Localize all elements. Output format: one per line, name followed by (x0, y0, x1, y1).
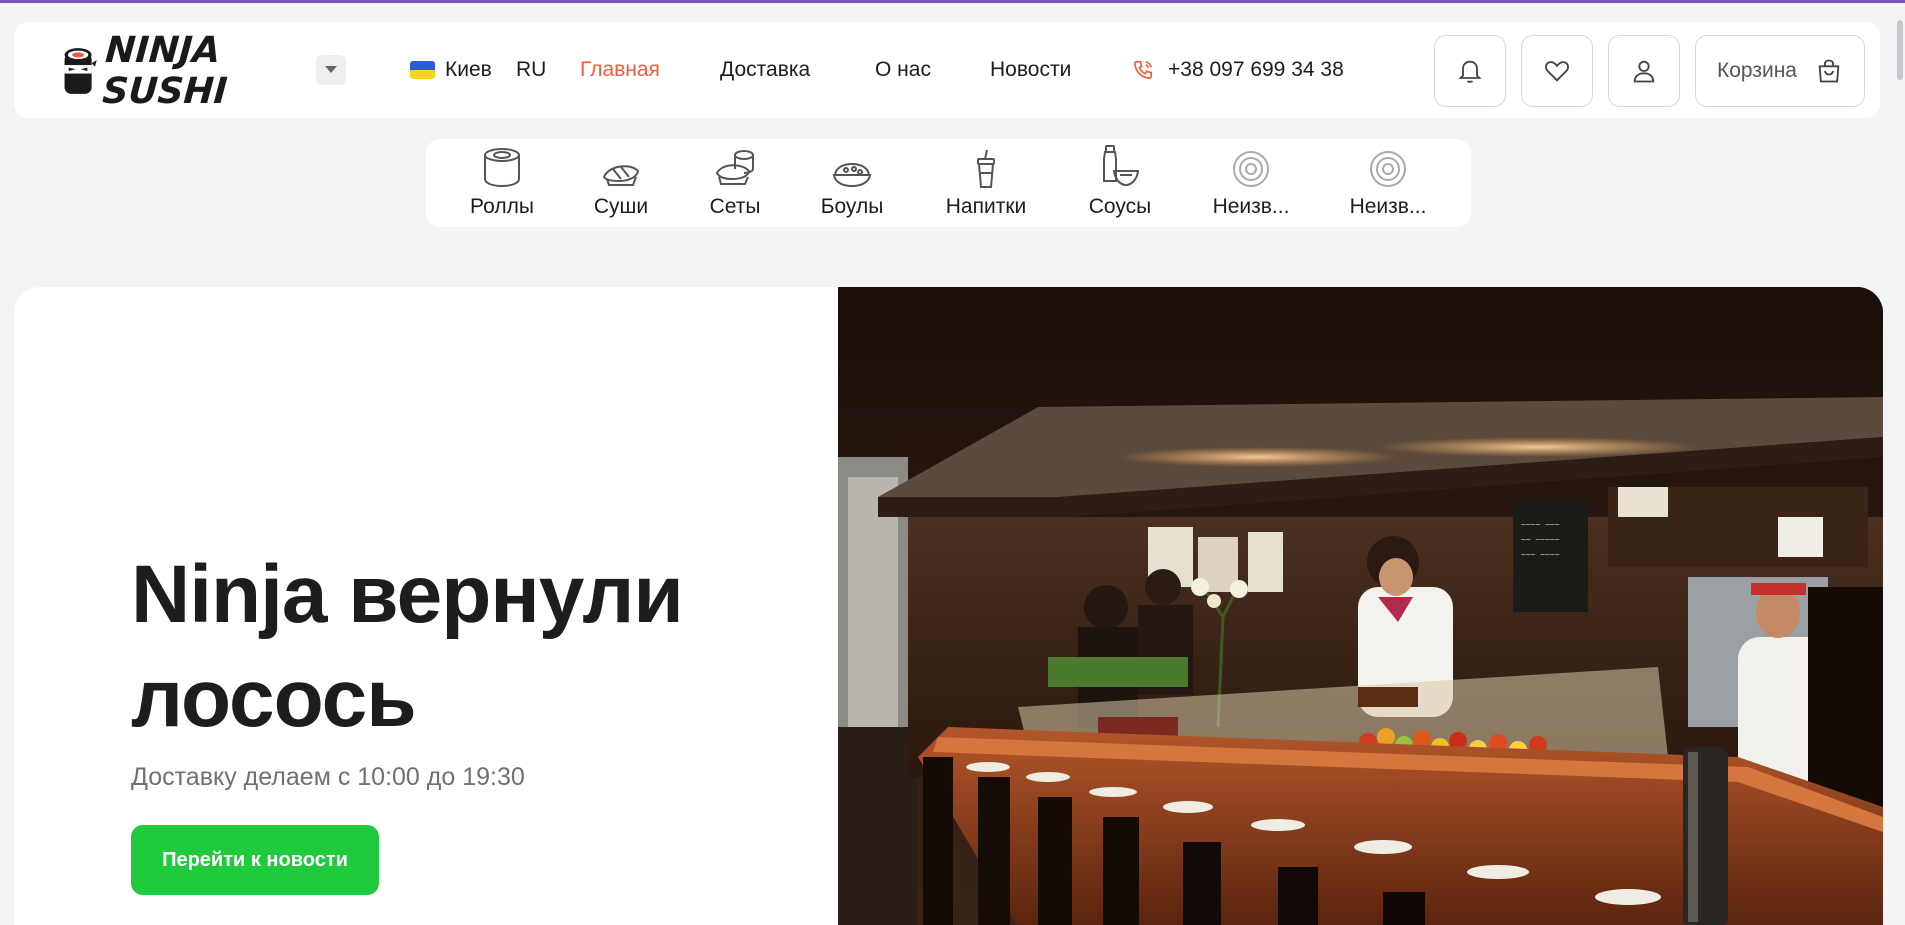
hero-photo: ~~~~ ~~~ ~~ ~~~~~ ~~~ ~~~~ (838, 287, 1883, 925)
unknown-icon (1368, 147, 1408, 189)
site-header: NINJA SUSHI Киев RU Главная Доставка О н… (14, 22, 1880, 118)
top-accent-line (0, 0, 1905, 3)
category-unknown-2[interactable]: Неизв... (1333, 147, 1443, 219)
ninja-logo-icon (64, 48, 97, 94)
phone-icon (1133, 60, 1153, 80)
cart-button[interactable]: Корзина (1695, 35, 1865, 107)
go-to-news-button[interactable]: Перейти к новости (131, 825, 379, 895)
category-label: Неизв... (1349, 195, 1427, 218)
logo-text: NINJA SUSHI (100, 30, 229, 112)
unknown-icon (1231, 147, 1271, 189)
page-scrollbar[interactable] (1897, 20, 1903, 80)
svg-text:~~~~ ~~~: ~~~~ ~~~ (1521, 520, 1560, 529)
cart-label: Корзина (1717, 59, 1797, 82)
nav-news[interactable]: Новости (990, 58, 1071, 82)
chevron-down-icon (325, 66, 337, 73)
category-bar: Роллы Суши Сеты Боулы Напитки Соусы Неиз… (426, 139, 1471, 227)
category-sets[interactable]: Сеты (680, 147, 790, 219)
language-selector[interactable]: RU (516, 58, 546, 82)
category-unknown-1[interactable]: Неизв... (1196, 147, 1306, 219)
notifications-button[interactable] (1434, 35, 1506, 107)
hero-title: Ninja вернули лосось (131, 549, 684, 744)
category-bowls[interactable]: Боулы (797, 147, 907, 219)
phone-number: +38 097 699 34 38 (1168, 58, 1344, 81)
favorites-button[interactable] (1521, 35, 1593, 107)
category-sauces[interactable]: Соусы (1065, 145, 1175, 219)
drink-icon (972, 147, 1000, 189)
user-icon (1633, 60, 1655, 83)
category-label: Боулы (820, 195, 884, 218)
nav-home[interactable]: Главная (580, 58, 660, 82)
ukraine-flag-icon (410, 61, 435, 79)
city-label: Киев (445, 58, 492, 81)
cart-icon (1818, 59, 1840, 83)
logo[interactable]: NINJA SUSHI (62, 30, 317, 112)
category-label: Соусы (1088, 195, 1152, 218)
account-button[interactable] (1608, 35, 1680, 107)
sushi-icon (601, 147, 641, 189)
nav-delivery[interactable]: Доставка (720, 58, 810, 82)
category-label: Суши (593, 195, 649, 218)
nav-about[interactable]: О нас (875, 58, 931, 82)
svg-text:~~~ ~~~~: ~~~ ~~~~ (1521, 550, 1560, 559)
hero-subtitle: Доставку делаем с 10:00 до 19:30 (131, 763, 525, 791)
sushi-bar-photo: ~~~~ ~~~ ~~ ~~~~~ ~~~ ~~~~ (838, 287, 1883, 925)
heart-icon (1545, 61, 1569, 82)
category-label: Неизв... (1212, 195, 1290, 218)
bell-icon (1458, 60, 1482, 83)
city-selector[interactable]: Киев (410, 58, 492, 82)
category-label: Сеты (709, 195, 761, 218)
phone-link[interactable]: +38 097 699 34 38 (1132, 58, 1344, 82)
svg-text:~~ ~~~~~: ~~ ~~~~~ (1521, 535, 1560, 544)
sauce-icon (1100, 145, 1140, 189)
category-rolls[interactable]: Роллы (447, 147, 557, 219)
category-drinks[interactable]: Напитки (931, 147, 1041, 219)
logo-dropdown-button[interactable] (316, 55, 346, 85)
category-sushi[interactable]: Суши (566, 147, 676, 219)
roll-icon (482, 147, 522, 189)
set-icon (714, 147, 756, 189)
bowl-icon (832, 147, 872, 189)
category-label: Напитки (945, 195, 1027, 218)
category-label: Роллы (470, 195, 534, 218)
